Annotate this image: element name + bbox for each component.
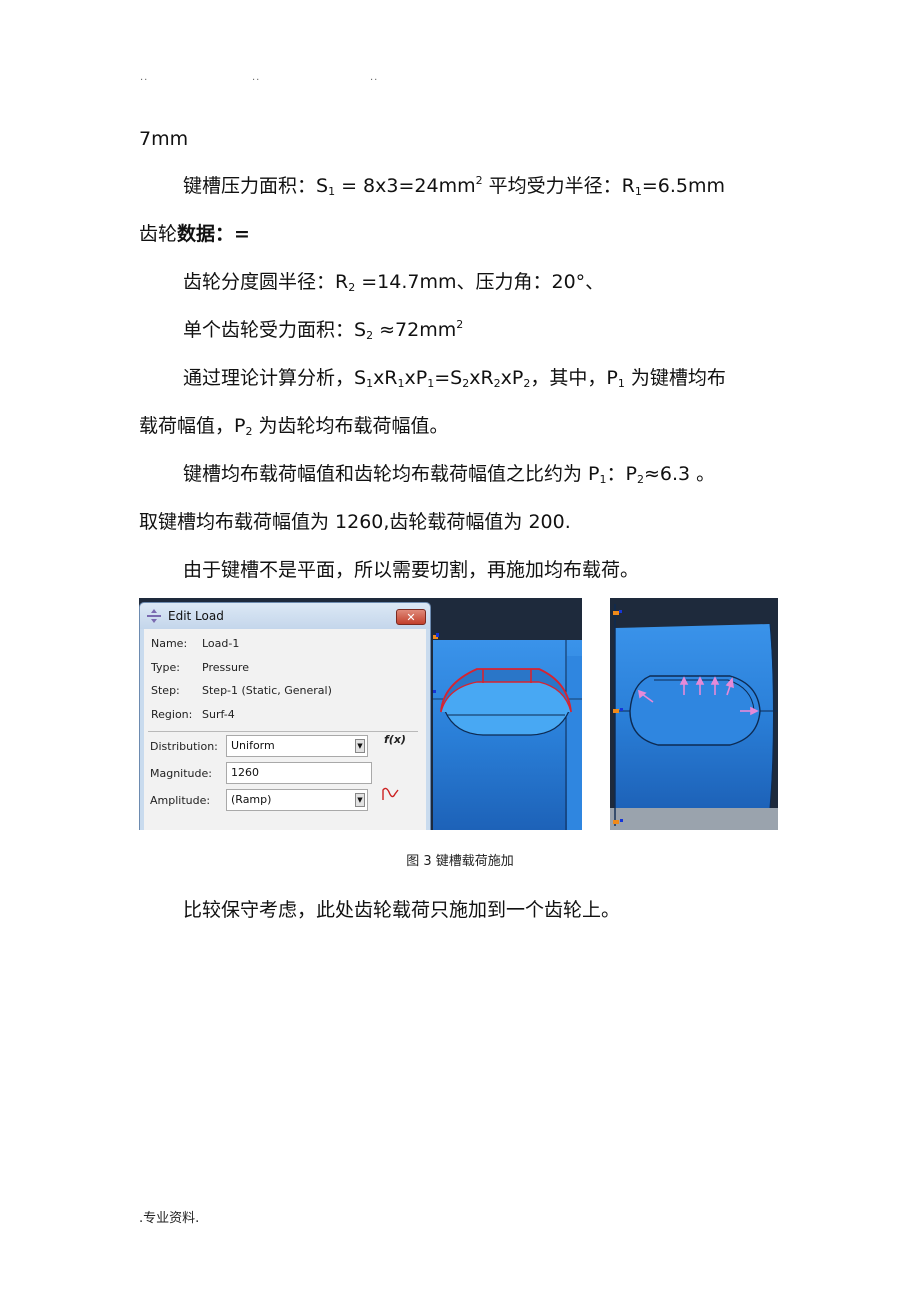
subscript: 1	[617, 377, 625, 390]
text: 键槽压力面积：S	[183, 175, 329, 197]
text: ，其中，P	[530, 367, 618, 389]
magnitude-input[interactable]: 1260	[226, 762, 372, 784]
triad-icon	[613, 611, 619, 615]
text: 数据：=	[177, 223, 250, 245]
type-row: Type: Pressure	[151, 661, 249, 674]
keyway-3d-view	[431, 598, 582, 830]
text-line: 由于键槽不是平面，所以需要切割，再施加均布载荷。	[183, 559, 640, 581]
text-line: 7mm	[139, 128, 189, 150]
chevron-down-icon[interactable]: ▼	[355, 793, 365, 807]
name-value: Load-1	[202, 637, 240, 650]
type-label: Type:	[151, 661, 180, 674]
triad-icon	[620, 819, 623, 822]
triad-icon	[436, 633, 439, 637]
type-value: Pressure	[202, 661, 249, 674]
text: xR	[373, 367, 398, 389]
superscript: 2	[475, 174, 483, 187]
amplitude-value: (Ramp)	[231, 793, 272, 806]
dialog-title-bar[interactable]: Edit Load	[140, 603, 430, 629]
text: 为齿轮均布载荷幅值。	[252, 415, 449, 437]
header-mark: ..	[252, 72, 261, 83]
text: ：P	[606, 463, 637, 485]
amplitude-label: Amplitude:	[150, 794, 211, 807]
text-line: 比较保守考虑，此处齿轮载荷只施加到一个齿轮上。	[183, 899, 621, 921]
subscript: 1	[328, 185, 336, 198]
edit-load-dialog: Edit Load ✕ Name: Load-1 Type: Pressure …	[139, 602, 431, 830]
text: =S	[434, 367, 463, 389]
step-label: Step:	[151, 684, 180, 697]
subscript: 1	[599, 473, 607, 486]
page-footer: .专业资料.	[139, 1211, 200, 1226]
text: =6.5mm	[641, 175, 726, 197]
text-line: 载荷幅值，P2 为齿轮均布载荷幅值。	[139, 414, 449, 438]
viewport-floor	[610, 808, 778, 830]
text: 键槽均布载荷幅值和齿轮均布载荷幅值之比约为 P	[183, 463, 600, 485]
step-value: Step-1 (Static, General)	[202, 684, 332, 697]
text: = 8x3=24mm	[335, 175, 476, 197]
amplitude-curve-icon[interactable]	[382, 787, 400, 801]
text: 齿轮	[139, 223, 178, 245]
dialog-body: Name: Load-1 Type: Pressure Step: Step-1…	[144, 629, 426, 830]
region-value: Surf-4	[202, 708, 235, 721]
step-row: Step: Step-1 (Static, General)	[151, 684, 332, 697]
text-line: 取键槽均布载荷幅值为 1260,齿轮载荷幅值为 200.	[139, 511, 571, 533]
header-mark: ..	[370, 72, 379, 83]
header-mark: ..	[140, 72, 149, 83]
region-row: Region: Surf-4	[151, 708, 235, 721]
text: ≈6.3 。	[643, 463, 716, 485]
ratio-line: 键槽均布载荷幅值和齿轮均布载荷幅值之比约为 P1：P2≈6.3 。	[183, 462, 715, 486]
triad-icon	[613, 820, 619, 824]
triad-icon	[620, 708, 623, 711]
text: 为键槽均布	[624, 367, 726, 389]
dialog-title: Edit Load	[168, 609, 224, 623]
formula-line: 通过理论计算分析，S1xR1xP1=S2xR2xP2，其中，P1 为键槽均布	[183, 366, 726, 390]
figure-left-screenshot: Edit Load ✕ Name: Load-1 Type: Pressure …	[139, 598, 582, 830]
triad-icon	[613, 709, 619, 713]
subscript: 2	[493, 377, 501, 390]
shaft-step	[567, 656, 582, 830]
keyway-area-line: 键槽压力面积：S1 = 8x3=24mm2 平均受力半径：R1=6.5mm	[183, 174, 725, 198]
triad-icon	[433, 690, 436, 693]
text: 通过理论计算分析，S	[183, 367, 367, 389]
triad-icon	[619, 610, 622, 613]
text: 齿轮分度圆半径：R	[183, 271, 349, 293]
close-button[interactable]: ✕	[396, 609, 426, 625]
pressure-load-3d-view	[610, 598, 778, 830]
gear-data-heading: 齿轮数据：=	[139, 222, 250, 246]
name-row: Name: Load-1	[151, 637, 239, 650]
distribution-label: Distribution:	[150, 740, 218, 753]
distribution-value: Uniform	[231, 739, 275, 752]
gear-area-line: 单个齿轮受力面积：S2 ≈72mm2	[183, 318, 463, 342]
text: =14.7mm、压力角：20°、	[355, 271, 605, 293]
text: 平均受力半径：R	[482, 175, 635, 197]
load-icon	[147, 609, 161, 623]
text: 载荷幅值，P	[139, 415, 246, 437]
function-icon[interactable]: f(x)	[384, 733, 406, 746]
subscript: 1	[366, 377, 374, 390]
subscript: 1	[634, 185, 642, 198]
divider	[148, 731, 418, 732]
distribution-select[interactable]: Uniform ▼	[226, 735, 368, 757]
figure-caption: 图 3 键槽载荷施加	[406, 854, 514, 869]
subscript: 1	[397, 377, 405, 390]
magnitude-label: Magnitude:	[150, 767, 212, 780]
text: xR	[469, 367, 494, 389]
figure-right-screenshot	[610, 598, 778, 830]
text: xP	[500, 367, 524, 389]
amplitude-select[interactable]: (Ramp) ▼	[226, 789, 368, 811]
region-label: Region:	[151, 708, 193, 721]
text: xP	[404, 367, 428, 389]
subscript: 2	[366, 329, 374, 342]
text: 单个齿轮受力面积：S	[183, 319, 367, 341]
gear-radius-line: 齿轮分度圆半径：R2 =14.7mm、压力角：20°、	[183, 270, 604, 294]
text: ≈72mm	[373, 319, 457, 341]
superscript: 2	[456, 318, 464, 331]
chevron-down-icon[interactable]: ▼	[355, 739, 365, 753]
name-label: Name:	[151, 637, 188, 650]
subscript: 2	[636, 473, 644, 486]
